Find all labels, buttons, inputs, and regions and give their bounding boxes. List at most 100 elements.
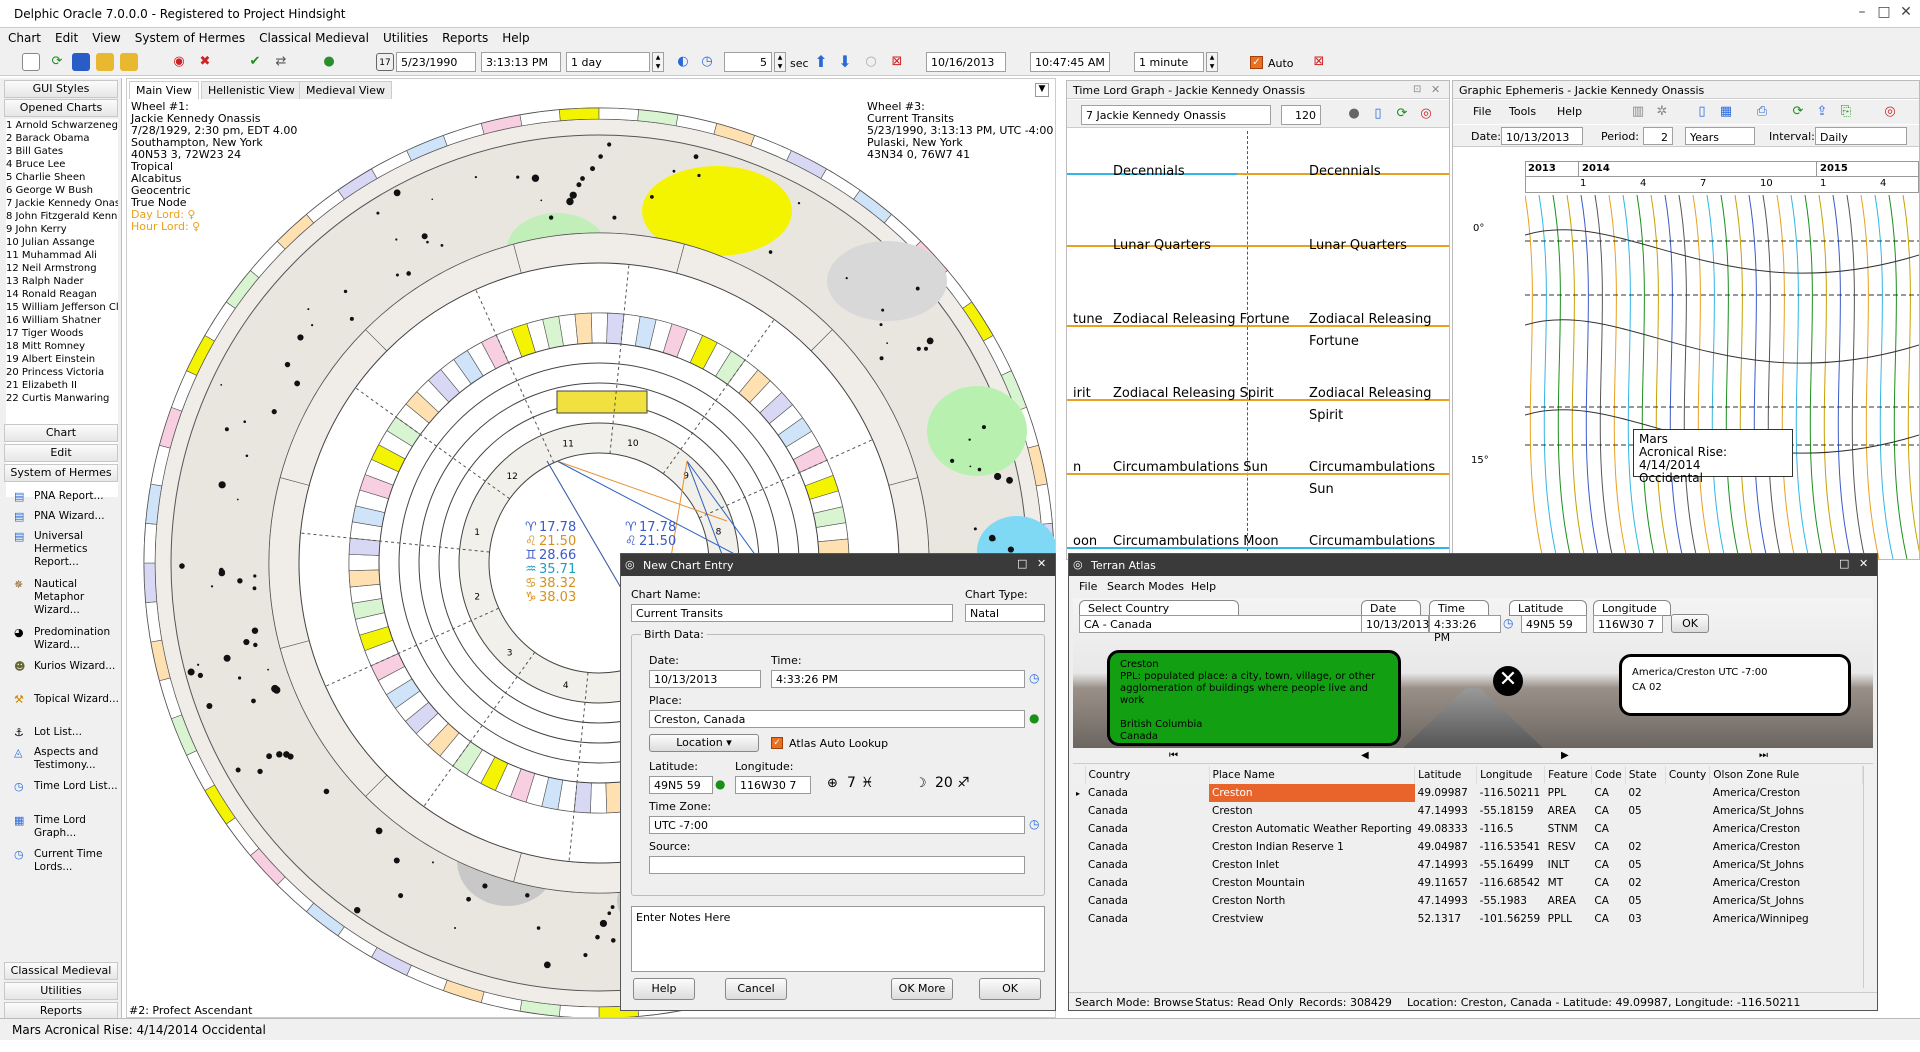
- list-item[interactable]: 22 Curtis Manwaring: [6, 392, 118, 405]
- table-row[interactable]: Canada Creston Indian Reserve 1 49.04987 -1…: [1073, 838, 1863, 856]
- gear-icon[interactable]: ✲: [1653, 103, 1671, 121]
- close-transit-icon[interactable]: ⊠: [1310, 53, 1328, 71]
- list-item[interactable]: 2 Barack Obama: [6, 132, 118, 145]
- col-header[interactable]: County: [1665, 766, 1711, 784]
- maximize-icon[interactable]: □: [1839, 557, 1849, 570]
- calendar-icon[interactable]: ▦: [1717, 103, 1735, 121]
- chart-select[interactable]: 7 Jackie Kennedy Onassis: [1081, 105, 1271, 125]
- list-item[interactable]: 11 Muhammad Ali: [6, 249, 118, 262]
- atlas-menu-file[interactable]: File: [1079, 580, 1097, 593]
- list-item[interactable]: 5 Charlie Sheen: [6, 171, 118, 184]
- step-spinner[interactable]: ▲ ▼: [652, 52, 664, 72]
- step2-select[interactable]: 1 minute: [1134, 52, 1204, 72]
- natal-date-field[interactable]: 5/23/1990: [396, 52, 476, 72]
- transit-date-field[interactable]: 10/16/2013: [926, 52, 1006, 72]
- lifebuoy-icon[interactable]: ◎: [1881, 103, 1899, 121]
- print-icon[interactable]: ⎙: [1753, 103, 1771, 121]
- atlas-time-field[interactable]: 4:33:26 PM: [1429, 615, 1501, 644]
- col-header[interactable]: State: [1625, 766, 1666, 784]
- tab-main-view[interactable]: Main View: [129, 81, 199, 99]
- ephem-menu-tools[interactable]: Tools: [1509, 105, 1536, 118]
- new-chart-icon[interactable]: [22, 53, 40, 71]
- menu-chart[interactable]: Chart: [0, 28, 47, 45]
- list-item[interactable]: 14 Ronald Reagan: [6, 288, 118, 301]
- ephem-menu-file[interactable]: File: [1473, 105, 1491, 118]
- aspect-icon[interactable]: ✔: [246, 53, 264, 71]
- table-row[interactable]: Canada Creston 47.14993 -55.18159 AREA CA 05 Am…: [1073, 802, 1863, 820]
- table-row[interactable]: Canada Creston Mountain 49.11657 -116.68542…: [1073, 874, 1863, 892]
- maximize-icon[interactable]: □: [1017, 557, 1027, 570]
- utilities-section[interactable]: Utilities: [4, 982, 118, 1000]
- ok-more-button[interactable]: OK More: [891, 978, 953, 1000]
- col-header[interactable]: Longitude: [1476, 766, 1546, 784]
- list-item[interactable]: 20 Princess Victoria: [6, 366, 118, 379]
- refresh-icon[interactable]: ⟳: [48, 53, 66, 71]
- bar-chart-icon[interactable]: ▥: [1629, 103, 1647, 121]
- next-record-icon[interactable]: ▶: [1561, 750, 1569, 761]
- time-zone-input[interactable]: UTC -7:00: [649, 816, 1025, 834]
- menu-help[interactable]: Help: [494, 28, 535, 45]
- date-tab[interactable]: Date: [1361, 600, 1421, 616]
- list-item[interactable]: 9 John Kerry: [6, 223, 118, 236]
- table-row[interactable]: Canada Crestview 52.1317 -101.56259 PPLL CA 03…: [1073, 910, 1863, 928]
- table-row[interactable]: Canada Creston Automatic Weather Reportin…: [1073, 820, 1863, 838]
- col-header[interactable]: Place Name: [1209, 766, 1416, 784]
- gui-styles-header[interactable]: GUI Styles: [4, 80, 118, 98]
- list-item[interactable]: 8 John Fitzgerald Kennedy: [6, 210, 118, 223]
- period-unit-select[interactable]: Years: [1685, 127, 1755, 145]
- col-header[interactable]: Code: [1591, 766, 1626, 784]
- clock-icon[interactable]: ◷: [698, 53, 716, 71]
- atlas-menu-search-modes[interactable]: Search Modes: [1107, 580, 1184, 593]
- opened-charts-header[interactable]: Opened Charts: [4, 99, 118, 117]
- latitude-input[interactable]: 49N5 59: [649, 776, 713, 794]
- circle-icon[interactable]: ●: [1345, 105, 1363, 123]
- export-icon[interactable]: ⇪: [1813, 103, 1831, 121]
- tab-medieval-view[interactable]: Medieval View: [299, 81, 392, 99]
- menu-reports[interactable]: Reports: [434, 28, 494, 45]
- col-header[interactable]: Latitude: [1414, 766, 1478, 784]
- transit-time-field[interactable]: 10:47:45 AM: [1030, 52, 1110, 72]
- minimize-icon[interactable]: –: [1850, 4, 1874, 22]
- lifebuoy-icon[interactable]: ◎: [1417, 105, 1435, 123]
- folder-icon[interactable]: [120, 53, 138, 71]
- clock-icon[interactable]: ◷: [1029, 671, 1039, 685]
- time-tab[interactable]: Time: [1429, 600, 1489, 616]
- date-input[interactable]: 10/13/2013: [649, 670, 761, 688]
- stop-icon[interactable]: ⊠: [888, 53, 906, 71]
- longitude-tab[interactable]: Longitude: [1593, 600, 1671, 616]
- calendar-icon[interactable]: 17: [376, 53, 394, 71]
- country-select[interactable]: CA - Canada: [1079, 615, 1395, 633]
- step2-spinner[interactable]: ▲ ▼: [1206, 52, 1218, 72]
- page-icon[interactable]: ▯: [1693, 103, 1711, 121]
- edit-section[interactable]: Edit: [4, 444, 118, 462]
- menu-view[interactable]: View: [84, 28, 126, 45]
- interval-select[interactable]: Daily: [1815, 127, 1907, 145]
- help-button[interactable]: Help: [633, 978, 695, 1000]
- list-item[interactable]: 12 Neil Armstrong: [6, 262, 118, 275]
- copy-icon[interactable]: ⎘: [1837, 103, 1855, 121]
- prev-record-icon[interactable]: ◀: [1361, 750, 1369, 761]
- menu-classical-medieval[interactable]: Classical Medieval: [251, 28, 375, 45]
- list-item[interactable]: 3 Bill Gates: [6, 145, 118, 158]
- list-item[interactable]: 6 George W Bush: [6, 184, 118, 197]
- atlas-date-field[interactable]: 10/13/2013: [1361, 615, 1429, 633]
- list-item[interactable]: 10 Julian Assange: [6, 236, 118, 249]
- col-header[interactable]: Country: [1085, 766, 1210, 784]
- close-icon[interactable]: ✕: [1894, 4, 1918, 22]
- list-item[interactable]: 21 Elizabeth II: [6, 379, 118, 392]
- circle-icon[interactable]: ○: [862, 53, 880, 71]
- clock-icon[interactable]: ◷: [1029, 817, 1039, 831]
- table-row[interactable]: Canada Creston Inlet 47.14993 -55.16499 INLT…: [1073, 856, 1863, 874]
- close-panel-icon[interactable]: ✕: [1431, 83, 1440, 96]
- list-item[interactable]: 13 Ralph Nader: [6, 275, 118, 288]
- pin-icon[interactable]: ⊡: [1413, 84, 1421, 95]
- down-arrow-icon[interactable]: ⬇: [836, 53, 854, 71]
- list-item[interactable]: 19 Albert Einstein: [6, 353, 118, 366]
- atlas-lookup-checkbox[interactable]: ✓: [771, 737, 783, 749]
- list-item[interactable]: 1 Arnold Schwarzenegger: [6, 119, 118, 132]
- ok-button[interactable]: OK: [979, 978, 1041, 1000]
- list-item[interactable]: 16 William Shatner: [6, 314, 118, 327]
- auto-checkbox[interactable]: ✓: [1250, 56, 1263, 69]
- list-item[interactable]: 7 Jackie Kennedy Onassis: [6, 197, 118, 210]
- cancel-button[interactable]: Cancel: [725, 978, 787, 1000]
